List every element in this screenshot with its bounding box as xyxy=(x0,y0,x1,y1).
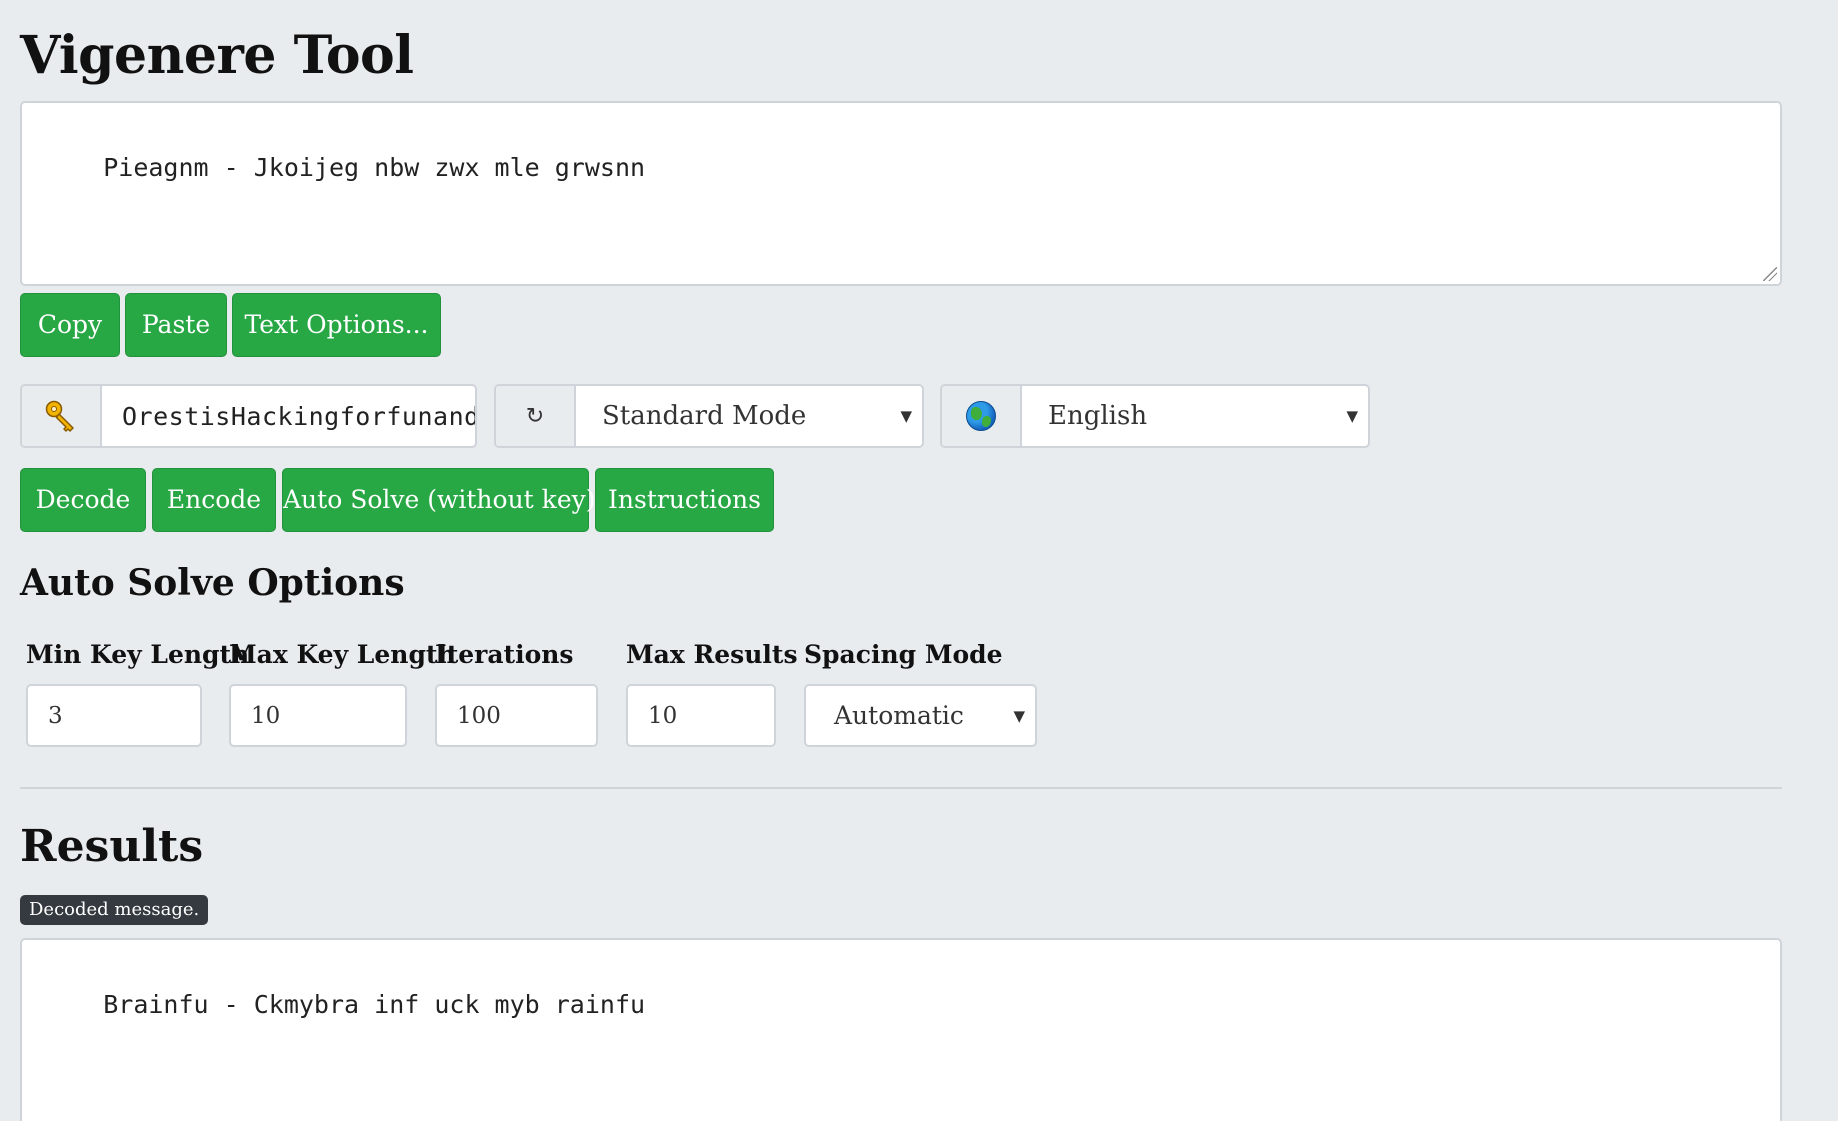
max-key-length-input[interactable]: 10 xyxy=(229,684,407,747)
language-addon xyxy=(942,386,1022,446)
instructions-button[interactable]: Instructions xyxy=(595,468,774,532)
chevron-down-icon: ▼ xyxy=(1346,407,1358,425)
input-textarea[interactable]: Pieagnm - Jkoijeg nbw zwx mle grwsnn xyxy=(20,101,1782,286)
iterations-label: Iterations xyxy=(435,640,574,669)
refresh-icon: ↻ xyxy=(525,403,545,429)
spacing-mode-label: Spacing Mode xyxy=(804,640,1003,669)
key-input[interactable]: OrestisHackingforfunand xyxy=(102,386,475,446)
spacing-mode-value: Automatic xyxy=(834,701,964,730)
mode-addon: ↻ xyxy=(496,386,576,446)
input-text: Pieagnm - Jkoijeg nbw zwx mle grwsnn xyxy=(103,153,646,182)
page-title: Vigenere Tool xyxy=(20,25,414,86)
min-key-length-label: Min Key Length xyxy=(26,640,250,669)
chevron-down-icon: ▼ xyxy=(1013,706,1025,725)
vigenere-page: Vigenere Tool Pieagnm - Jkoijeg nbw zwx … xyxy=(0,0,1838,1121)
encode-button[interactable]: Encode xyxy=(152,468,276,532)
text-options-button[interactable]: Text Options... xyxy=(232,293,441,357)
resize-handle[interactable] xyxy=(1763,267,1777,281)
chevron-down-icon: ▼ xyxy=(900,407,912,425)
mode-select-group: ↻ Standard Mode ▼ xyxy=(494,384,924,448)
max-key-length-value: 10 xyxy=(251,702,281,729)
results-heading: Results xyxy=(20,821,204,872)
status-badge: Decoded message. xyxy=(20,895,209,925)
min-key-length-input[interactable]: 3 xyxy=(26,684,202,747)
paste-button[interactable]: Paste xyxy=(125,293,227,357)
key-icon xyxy=(45,400,74,432)
max-results-input[interactable]: 10 xyxy=(626,684,776,747)
max-results-label: Max Results xyxy=(626,640,798,669)
mode-value: Standard Mode xyxy=(602,401,807,431)
key-addon xyxy=(22,386,102,446)
copy-button[interactable]: Copy xyxy=(20,293,120,357)
max-results-value: 10 xyxy=(648,702,678,729)
output-text: Brainfu - Ckmybra inf uck myb rainfu xyxy=(103,990,646,1019)
section-divider xyxy=(20,787,1782,789)
auto-solve-heading: Auto Solve Options xyxy=(20,562,405,604)
globe-icon xyxy=(966,401,996,431)
iterations-input[interactable]: 100 xyxy=(435,684,598,747)
iterations-value: 100 xyxy=(457,702,501,729)
language-select-group: English ▼ xyxy=(940,384,1370,448)
decode-button[interactable]: Decode xyxy=(20,468,146,532)
mode-select[interactable]: Standard Mode ▼ xyxy=(576,386,922,446)
spacing-mode-select[interactable]: Automatic ▼ xyxy=(804,684,1037,747)
language-select[interactable]: English ▼ xyxy=(1022,386,1368,446)
min-key-length-value: 3 xyxy=(48,702,63,729)
key-value: OrestisHackingforfunand xyxy=(122,401,475,431)
language-value: English xyxy=(1048,401,1148,431)
max-key-length-label: Max Key Length xyxy=(229,640,456,669)
output-textarea[interactable]: Brainfu - Ckmybra inf uck myb rainfu xyxy=(20,938,1782,1121)
auto-solve-button[interactable]: Auto Solve (without key) xyxy=(282,468,596,532)
key-input-group: OrestisHackingforfunand xyxy=(20,384,477,448)
